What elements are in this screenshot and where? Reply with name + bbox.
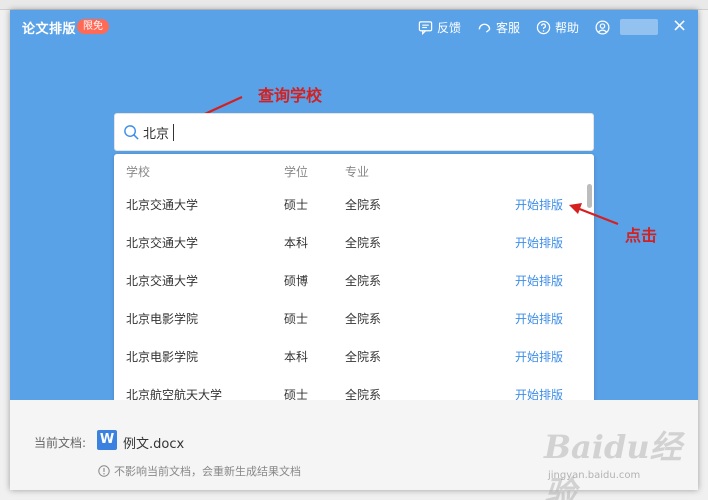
degree: 硕士 bbox=[284, 198, 309, 212]
major: 全院系 bbox=[345, 198, 382, 212]
result-row[interactable]: 北京交通大学 硕博 全院系 开始排版 bbox=[114, 260, 584, 298]
result-row[interactable]: 北京电影学院 本科 全院系 开始排版 bbox=[114, 336, 584, 374]
school-results-dropdown: 学校 学位 专业 北京交通大学 硕士 全院系 开始排版 北京交通大学 本科 全院… bbox=[114, 154, 594, 424]
school-search-box[interactable] bbox=[114, 113, 594, 151]
major: 全院系 bbox=[345, 350, 382, 364]
results-scrollbar[interactable] bbox=[587, 184, 592, 208]
annotation-click: 点击 bbox=[625, 226, 658, 245]
start-format-link[interactable]: 开始排版 bbox=[515, 234, 563, 251]
column-school: 学校 bbox=[126, 165, 151, 179]
result-row[interactable]: 北京电影学院 硕士 全院系 开始排版 bbox=[114, 298, 584, 336]
free-badge: 限免 bbox=[77, 19, 109, 34]
username-blurred bbox=[620, 19, 658, 35]
degree: 本科 bbox=[284, 236, 309, 250]
feedback-label: 反馈 bbox=[437, 20, 462, 35]
degree: 本科 bbox=[284, 350, 309, 364]
app-title: 论文排版 bbox=[22, 22, 77, 37]
major: 全院系 bbox=[345, 274, 382, 288]
start-format-link[interactable]: 开始排版 bbox=[515, 196, 563, 213]
document-filename: 例文.docx bbox=[123, 437, 185, 452]
major: 全院系 bbox=[345, 236, 382, 250]
degree: 硕士 bbox=[284, 312, 309, 326]
text-caret bbox=[173, 124, 174, 141]
school-name: 北京交通大学 bbox=[126, 198, 199, 212]
school-search-input[interactable] bbox=[143, 124, 563, 140]
column-major: 专业 bbox=[345, 165, 370, 179]
annotation-query-school: 查询学校 bbox=[258, 86, 323, 105]
start-format-link[interactable]: 开始排版 bbox=[515, 310, 563, 327]
results-header: 学校 学位 专业 bbox=[114, 154, 594, 184]
help-icon bbox=[536, 20, 551, 34]
school-name: 北京交通大学 bbox=[126, 236, 199, 250]
result-row[interactable]: 北京交通大学 本科 全院系 开始排版 bbox=[114, 222, 584, 260]
watermark-url: jingyan.baidu.com bbox=[548, 470, 641, 481]
customer-service-button[interactable]: 客服 bbox=[477, 18, 520, 36]
search-icon bbox=[124, 124, 139, 140]
baidu-jingyan-watermark: Baidu经验 jingyan.baidu.com bbox=[540, 420, 700, 500]
start-format-link[interactable]: 开始排版 bbox=[515, 348, 563, 365]
school-name: 北京电影学院 bbox=[126, 350, 199, 364]
feedback-button[interactable]: 反馈 bbox=[418, 18, 461, 36]
service-label: 客服 bbox=[496, 20, 521, 35]
info-icon bbox=[98, 465, 110, 477]
help-button[interactable]: 帮助 bbox=[536, 18, 579, 36]
thesis-format-dialog: 论文排版 限免 反馈 客服 帮助 × 查询学校 北京 学校 学位 专业 北京交通… bbox=[10, 10, 698, 490]
user-account-button[interactable] bbox=[595, 18, 658, 36]
word-document-icon: W bbox=[97, 430, 117, 450]
school-name: 北京电影学院 bbox=[126, 312, 199, 326]
info-note: 不影响当前文档，会重新生成结果文档 bbox=[98, 463, 301, 479]
info-note-text: 不影响当前文档，会重新生成结果文档 bbox=[114, 465, 301, 478]
background-window-strip bbox=[0, 0, 708, 10]
headset-icon bbox=[478, 23, 491, 33]
column-degree: 学位 bbox=[284, 165, 309, 179]
watermark-main: Baidu经验 bbox=[544, 428, 682, 500]
help-label: 帮助 bbox=[555, 20, 580, 35]
current-document-label: 当前文档: bbox=[34, 436, 87, 450]
major: 全院系 bbox=[345, 312, 382, 326]
start-format-link[interactable]: 开始排版 bbox=[515, 272, 563, 289]
annotation-arrow-to-start bbox=[569, 203, 619, 226]
feedback-icon bbox=[418, 20, 433, 35]
screenshot-stage: 论文排版 限免 反馈 客服 帮助 × 查询学校 北京 学校 学位 专业 北京交通… bbox=[0, 0, 708, 500]
title-bar: 论文排版 限免 反馈 客服 帮助 × bbox=[10, 10, 698, 44]
close-icon[interactable]: × bbox=[672, 17, 687, 35]
user-icon bbox=[595, 20, 610, 34]
result-row[interactable]: 北京交通大学 硕士 全院系 开始排版 bbox=[114, 184, 584, 222]
school-name: 北京交通大学 bbox=[126, 274, 199, 288]
degree: 硕博 bbox=[284, 274, 309, 288]
